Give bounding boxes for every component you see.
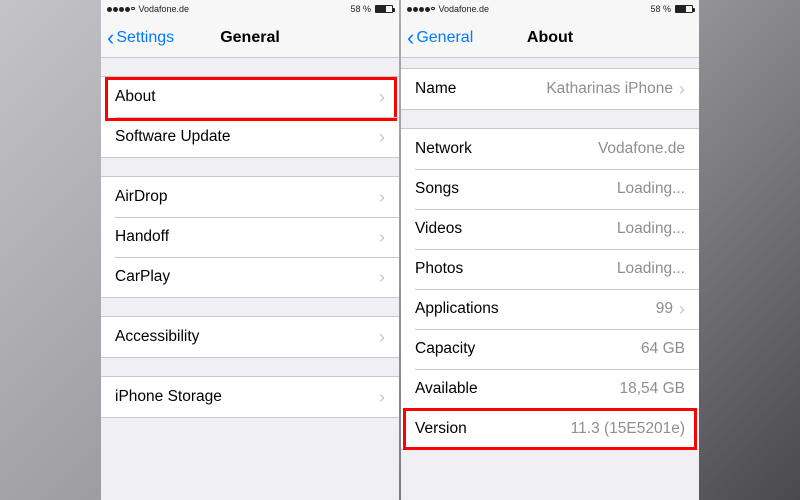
back-label: Settings [116, 29, 174, 47]
row-label: Network [415, 140, 472, 158]
row-label: AirDrop [115, 188, 168, 206]
row-value: Loading... [617, 220, 685, 238]
chevron-right-icon: › [379, 227, 385, 248]
chevron-left-icon: ‹ [407, 27, 414, 49]
row-label: Songs [415, 180, 459, 198]
settings-row[interactable]: Accessibility › [101, 317, 399, 357]
row-label: About [115, 88, 156, 106]
row-value: 11.3 (15E5201e) [571, 420, 685, 438]
chevron-right-icon: › [679, 299, 685, 320]
row-label: Photos [415, 260, 463, 278]
chevron-right-icon: › [379, 87, 385, 108]
battery-pct: 58 % [350, 4, 371, 14]
row-label: Applications [415, 300, 499, 318]
row-label: iPhone Storage [115, 388, 222, 406]
row-label: Accessibility [115, 328, 199, 346]
screenshot-about: Vodafone.de 58 % ‹ General About Name Kat… [401, 0, 699, 500]
settings-row: Photos Loading... [401, 249, 699, 289]
battery-icon [375, 5, 393, 13]
page-title: General [220, 29, 280, 47]
settings-row: Capacity 64 GB [401, 329, 699, 369]
row-value: Vodafone.de [598, 140, 685, 158]
battery-icon [675, 5, 693, 13]
back-label: General [416, 29, 473, 47]
battery-pct: 58 % [650, 4, 671, 14]
signal-dots-icon [107, 7, 135, 12]
chevron-right-icon: › [379, 387, 385, 408]
nav-bar: ‹ General About [401, 18, 699, 58]
chevron-right-icon: › [379, 127, 385, 148]
screenshot-general: Vodafone.de 58 % ‹ Settings General Abou… [101, 0, 399, 500]
carrier-label: Vodafone.de [439, 4, 490, 14]
chevron-right-icon: › [379, 267, 385, 288]
row-value: 18,54 GB [620, 380, 686, 398]
back-button[interactable]: ‹ General [407, 18, 473, 57]
chevron-right-icon: › [379, 187, 385, 208]
row-label: CarPlay [115, 268, 170, 286]
settings-row[interactable]: About › [101, 77, 399, 117]
row-value: Katharinas iPhone [546, 80, 673, 98]
nav-bar: ‹ Settings General [101, 18, 399, 58]
row-label: Version [415, 420, 467, 438]
row-label: Software Update [115, 128, 230, 146]
back-button[interactable]: ‹ Settings [107, 18, 174, 57]
row-label: Handoff [115, 228, 169, 246]
settings-row: Videos Loading... [401, 209, 699, 249]
settings-row[interactable]: iPhone Storage › [101, 377, 399, 417]
chevron-right-icon: › [379, 327, 385, 348]
page-title: About [527, 29, 573, 47]
row-value: Loading... [617, 260, 685, 278]
settings-row[interactable]: AirDrop › [101, 177, 399, 217]
row-label: Capacity [415, 340, 475, 358]
row-label: Videos [415, 220, 462, 238]
settings-row[interactable]: Software Update › [101, 117, 399, 157]
settings-row: Network Vodafone.de [401, 129, 699, 169]
row-label: Available [415, 380, 478, 398]
settings-row: Version 11.3 (15E5201e) [401, 409, 699, 449]
signal-dots-icon [407, 7, 435, 12]
settings-row[interactable]: Handoff › [101, 217, 399, 257]
row-value: Loading... [617, 180, 685, 198]
settings-row[interactable]: Applications 99 › [401, 289, 699, 329]
status-bar: Vodafone.de 58 % [101, 0, 399, 18]
row-value: 64 GB [641, 340, 685, 358]
chevron-right-icon: › [679, 79, 685, 100]
settings-row: Available 18,54 GB [401, 369, 699, 409]
chevron-left-icon: ‹ [107, 27, 114, 49]
row-value: 99 [656, 300, 673, 318]
settings-row: Songs Loading... [401, 169, 699, 209]
status-bar: Vodafone.de 58 % [401, 0, 699, 18]
settings-row-name[interactable]: Name Katharinas iPhone › [401, 69, 699, 109]
carrier-label: Vodafone.de [139, 4, 190, 14]
row-label: Name [415, 80, 456, 98]
settings-row[interactable]: CarPlay › [101, 257, 399, 297]
